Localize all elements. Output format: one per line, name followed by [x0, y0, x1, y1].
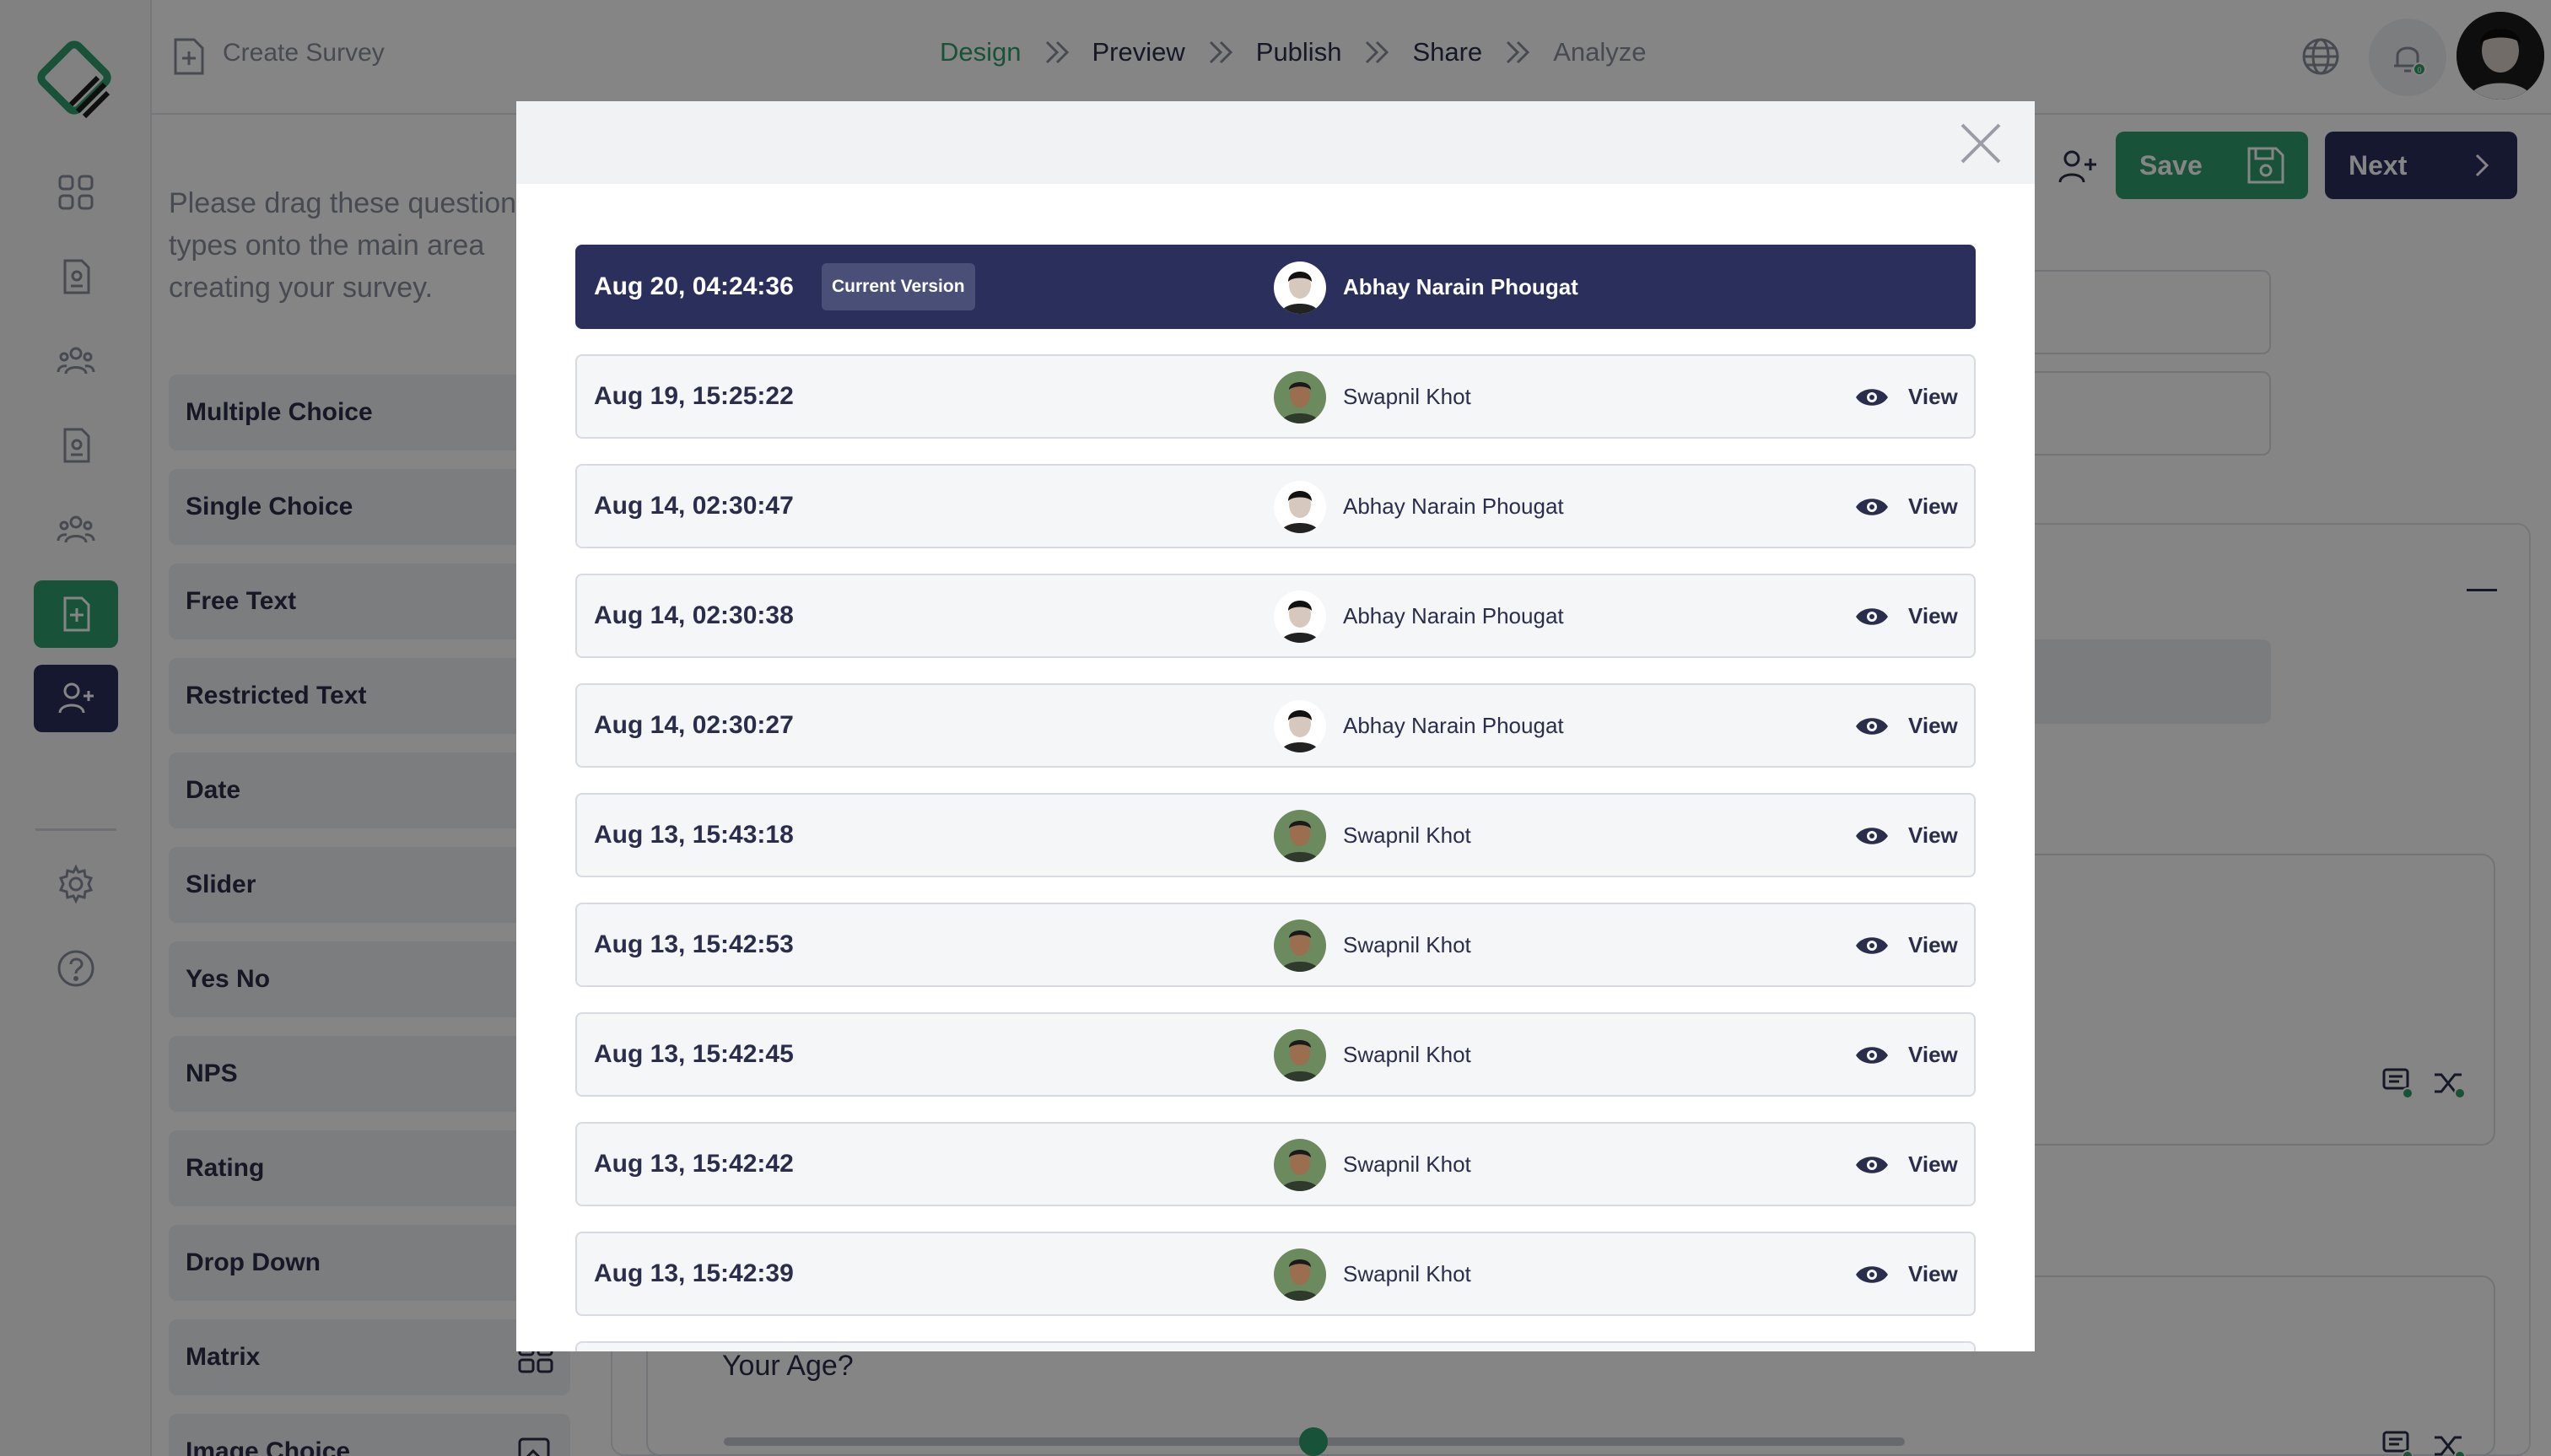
avatar-photo [1274, 262, 1326, 314]
avatar [1274, 1248, 1326, 1301]
version-timestamp: Aug 13, 15:42:45 [594, 1040, 794, 1068]
avatar [1274, 371, 1326, 423]
eye-icon [1856, 389, 1888, 406]
avatar-photo [1274, 590, 1326, 643]
avatar-photo [1274, 481, 1326, 533]
eye-icon [1856, 828, 1888, 844]
view-version-link[interactable]: View [1908, 713, 1958, 739]
view-version-link[interactable]: View [1908, 1151, 1958, 1178]
version-row[interactable]: Aug 13, 15:43:18 Swapnil Khot View [575, 793, 1976, 877]
version-author: Abhay Narain Phougat [1343, 713, 1564, 738]
avatar [1274, 262, 1326, 314]
version-author: Swapnil Khot [1343, 1261, 1471, 1286]
eye-icon [1856, 1266, 1888, 1283]
view-version-link[interactable]: View [1908, 384, 1958, 410]
version-timestamp: Aug 13, 15:43:18 [594, 821, 794, 849]
current-version-badge: Current Version [822, 263, 975, 310]
view-version-link[interactable]: View [1908, 1261, 1958, 1287]
eye-icon [1856, 1157, 1888, 1173]
version-row-current[interactable]: Aug 20, 04:24:36 Current Version Abhay N… [575, 245, 1976, 329]
version-timestamp: Aug 19, 15:25:22 [594, 382, 794, 410]
view-version-link[interactable]: View [1908, 1042, 1958, 1068]
avatar [1274, 810, 1326, 862]
version-timestamp: Aug 14, 02:30:27 [594, 711, 794, 739]
version-history-modal: Aug 20, 04:24:36 Current Version Abhay N… [516, 101, 2035, 1351]
avatar-photo [1274, 810, 1326, 862]
eye-icon [1856, 608, 1888, 625]
avatar-photo [1274, 1248, 1326, 1301]
view-version-link[interactable]: View [1908, 822, 1958, 849]
version-timestamp: Aug 14, 02:30:47 [594, 492, 794, 520]
version-author: Swapnil Khot [1343, 1151, 1471, 1177]
avatar [1274, 700, 1326, 752]
avatar-photo [1274, 1029, 1326, 1081]
view-version-link[interactable]: View [1908, 603, 1958, 629]
eye-icon [1856, 499, 1888, 515]
modal-header [516, 101, 2035, 184]
version-author: Abhay Narain Phougat [1343, 603, 1564, 628]
version-row[interactable]: Aug 13, 15:42:45 Swapnil Khot View [575, 1012, 1976, 1097]
version-row[interactable]: Aug 19, 15:25:22 Swapnil Khot View [575, 354, 1976, 439]
avatar [1274, 590, 1326, 643]
avatar [1274, 919, 1326, 972]
version-timestamp: Aug 13, 15:42:53 [594, 930, 794, 958]
version-timestamp: Aug 13, 15:42:39 [594, 1259, 794, 1287]
version-row[interactable]: Aug 14, 02:30:27 Abhay Narain Phougat Vi… [575, 683, 1976, 768]
version-row[interactable]: Aug 14, 02:30:38 Abhay Narain Phougat Vi… [575, 574, 1976, 658]
version-row[interactable]: Aug 13, 15:42:42 Swapnil Khot View [575, 1122, 1976, 1206]
eye-icon [1856, 937, 1888, 954]
avatar [1274, 481, 1326, 533]
version-author: Swapnil Khot [1343, 1042, 1471, 1067]
version-timestamp: Aug 13, 15:42:42 [594, 1150, 794, 1178]
version-author: Swapnil Khot [1343, 822, 1471, 848]
avatar [1274, 1029, 1326, 1081]
avatar-photo [1274, 700, 1326, 752]
view-version-link[interactable]: View [1908, 493, 1958, 520]
eye-icon [1856, 1047, 1888, 1064]
version-author: Swapnil Khot [1343, 932, 1471, 957]
avatar-photo [1274, 919, 1326, 972]
version-author: Abhay Narain Phougat [1343, 493, 1564, 519]
version-row[interactable]: Aug 13, 15:42:53 Swapnil Khot View [575, 903, 1976, 987]
avatar [1274, 1139, 1326, 1191]
version-row[interactable] [575, 1341, 1976, 1351]
eye-icon [1856, 718, 1888, 735]
version-author: Swapnil Khot [1343, 384, 1471, 409]
version-timestamp: Aug 20, 04:24:36 [594, 272, 794, 300]
version-timestamp: Aug 14, 02:30:38 [594, 601, 794, 629]
version-author: Abhay Narain Phougat [1343, 274, 1578, 299]
view-version-link[interactable]: View [1908, 932, 1958, 958]
version-row[interactable]: Aug 14, 02:30:47 Abhay Narain Phougat Vi… [575, 464, 1976, 548]
version-row[interactable]: Aug 13, 15:42:39 Swapnil Khot View [575, 1232, 1976, 1316]
avatar-photo [1274, 1139, 1326, 1191]
close-icon[interactable] [1959, 121, 2003, 165]
avatar-photo [1274, 371, 1326, 423]
